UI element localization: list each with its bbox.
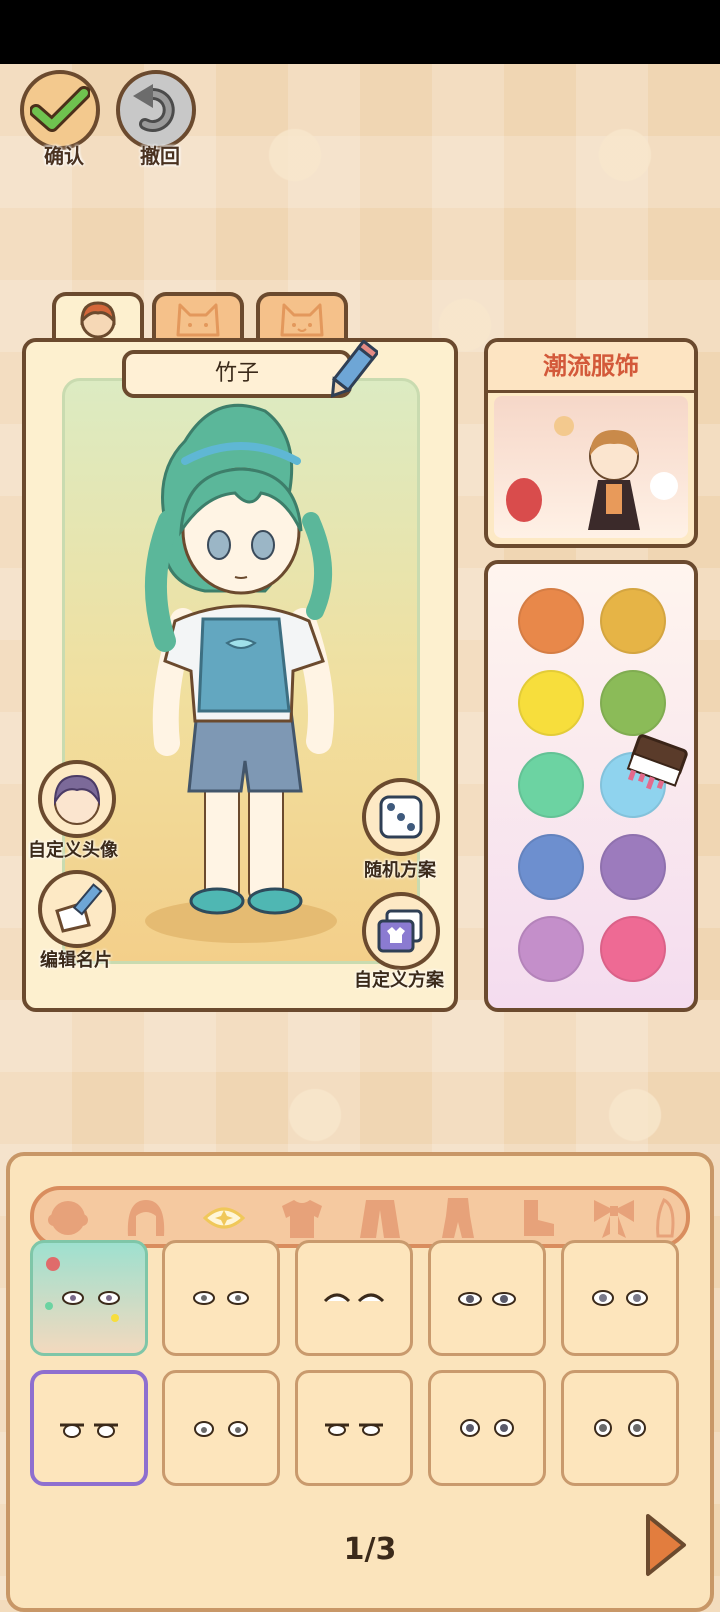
eye-option-tile[interactable] [428, 1240, 546, 1356]
color-swatch-pink[interactable] [600, 916, 666, 982]
eye-option-tile[interactable] [428, 1370, 546, 1486]
custom-color-eyes-icon [45, 1257, 120, 1322]
sun-decoration [270, 1070, 360, 1160]
undo-arrow-icon [133, 84, 175, 132]
color-palette [484, 560, 698, 1012]
edit-card-icon [55, 883, 103, 933]
eye-option-tile[interactable] [295, 1370, 413, 1486]
color-swatch-mint[interactable] [518, 752, 584, 818]
color-swatch-purple[interactable] [600, 834, 666, 900]
category-more[interactable] [650, 1196, 680, 1240]
random-outfit-label: 随机方案 [364, 860, 436, 881]
custom-outfit-button[interactable] [362, 892, 440, 970]
eyes-style-icon [325, 1423, 383, 1436]
category-accessory[interactable] [590, 1196, 638, 1240]
random-outfit-button[interactable] [362, 778, 440, 856]
trendy-fashion-title: 潮流服饰 [488, 342, 694, 393]
eyes-icon [202, 1207, 246, 1229]
color-swatch-orange[interactable] [518, 588, 584, 654]
sun-decoration [580, 110, 670, 200]
eyes-style-icon [194, 1421, 248, 1437]
tab-cat-2[interactable] [256, 292, 348, 342]
human-face-icon [80, 301, 116, 339]
eye-option-tile[interactable] [295, 1240, 413, 1356]
eyes-style-icon [60, 1423, 118, 1438]
outfit-icon [442, 1198, 474, 1238]
undo-button[interactable]: 撤回 [116, 70, 196, 168]
face-icon [48, 1201, 88, 1235]
fashion-banner-image [494, 396, 688, 538]
custom-avatar-label: 自定义头像 [28, 840, 118, 861]
checkmark-icon [30, 86, 90, 132]
next-page-arrow-icon[interactable] [642, 1512, 688, 1578]
custom-avatar-button[interactable] [38, 760, 116, 838]
pencil-icon[interactable] [324, 340, 378, 404]
category-hair[interactable] [122, 1196, 170, 1240]
character-name-plate[interactable]: 竹子 [122, 350, 352, 398]
category-face[interactable] [44, 1196, 92, 1240]
category-coat[interactable] [356, 1196, 404, 1240]
category-outfit[interactable] [434, 1196, 482, 1240]
eyes-style-icon [460, 1419, 514, 1437]
tab-cat-1[interactable] [152, 292, 244, 342]
category-shoes[interactable] [512, 1196, 560, 1240]
page-indicator: 1/3 [343, 1532, 397, 1567]
cat-face-icon [176, 303, 220, 337]
eye-option-tile[interactable] [561, 1370, 679, 1486]
dice-icon [379, 795, 423, 839]
confirm-label: 确认 [44, 144, 84, 168]
tab-human[interactable] [52, 292, 144, 342]
outfit-cards-icon [377, 909, 423, 953]
hair-icon [127, 1200, 165, 1236]
color-swatch-blue[interactable] [518, 834, 584, 900]
eyes-style-icon [594, 1419, 646, 1437]
cat-face-2-icon [280, 303, 324, 337]
category-bar [30, 1186, 690, 1248]
tag-icon [656, 1197, 675, 1238]
custom-outfit-label: 自定义方案 [354, 970, 444, 991]
category-top[interactable] [278, 1196, 326, 1240]
paint-brush-icon[interactable] [624, 732, 690, 792]
edit-card-button[interactable] [38, 870, 116, 948]
eye-option-tile[interactable] [162, 1240, 280, 1356]
category-eyes[interactable] [200, 1196, 248, 1240]
undo-label: 撤回 [140, 144, 180, 168]
eye-option-tile[interactable] [561, 1240, 679, 1356]
eyes-style-icon [592, 1290, 648, 1306]
coat-icon [360, 1200, 400, 1238]
bow-icon [594, 1200, 634, 1238]
color-swatch-yellow[interactable] [518, 670, 584, 736]
sun-decoration [250, 110, 340, 200]
eyes-style-icon [458, 1292, 516, 1306]
edit-card-label: 编辑名片 [40, 950, 112, 971]
eyes-style-icon [193, 1291, 249, 1305]
color-swatch-violet[interactable] [518, 916, 584, 982]
eye-option-tile[interactable] [30, 1240, 148, 1356]
character-name: 竹子 [214, 361, 259, 386]
eye-option-tile[interactable] [162, 1370, 280, 1486]
confirm-button[interactable]: 确认 [20, 70, 100, 168]
trendy-fashion-panel[interactable]: 潮流服饰 [484, 338, 698, 548]
avatar-icon [53, 774, 101, 825]
shoes-icon [524, 1200, 554, 1236]
eye-option-tile-selected[interactable] [30, 1370, 148, 1486]
character-card: 竹子 自定义头像 编辑名片 随机方案 自定义方案 [22, 338, 458, 1012]
color-swatch-green[interactable] [600, 670, 666, 736]
color-swatch-amber[interactable] [600, 588, 666, 654]
top-icon [282, 1200, 322, 1238]
wardrobe-panel: 1/3 [6, 1152, 714, 1612]
eyes-style-icon [323, 1293, 385, 1303]
sun-decoration [590, 1070, 680, 1160]
status-bar [0, 0, 720, 64]
